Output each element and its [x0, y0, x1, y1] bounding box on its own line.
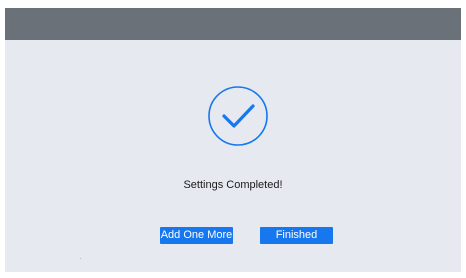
decorative-dot [80, 258, 81, 259]
add-one-more-button[interactable]: Add One More [160, 227, 233, 244]
check-circle-icon [208, 86, 268, 146]
finished-button[interactable]: Finished [260, 227, 333, 244]
settings-complete-screen: Settings Completed! Add One More Finishe… [5, 8, 461, 272]
status-message: Settings Completed! [183, 179, 283, 191]
top-bar [5, 8, 461, 40]
